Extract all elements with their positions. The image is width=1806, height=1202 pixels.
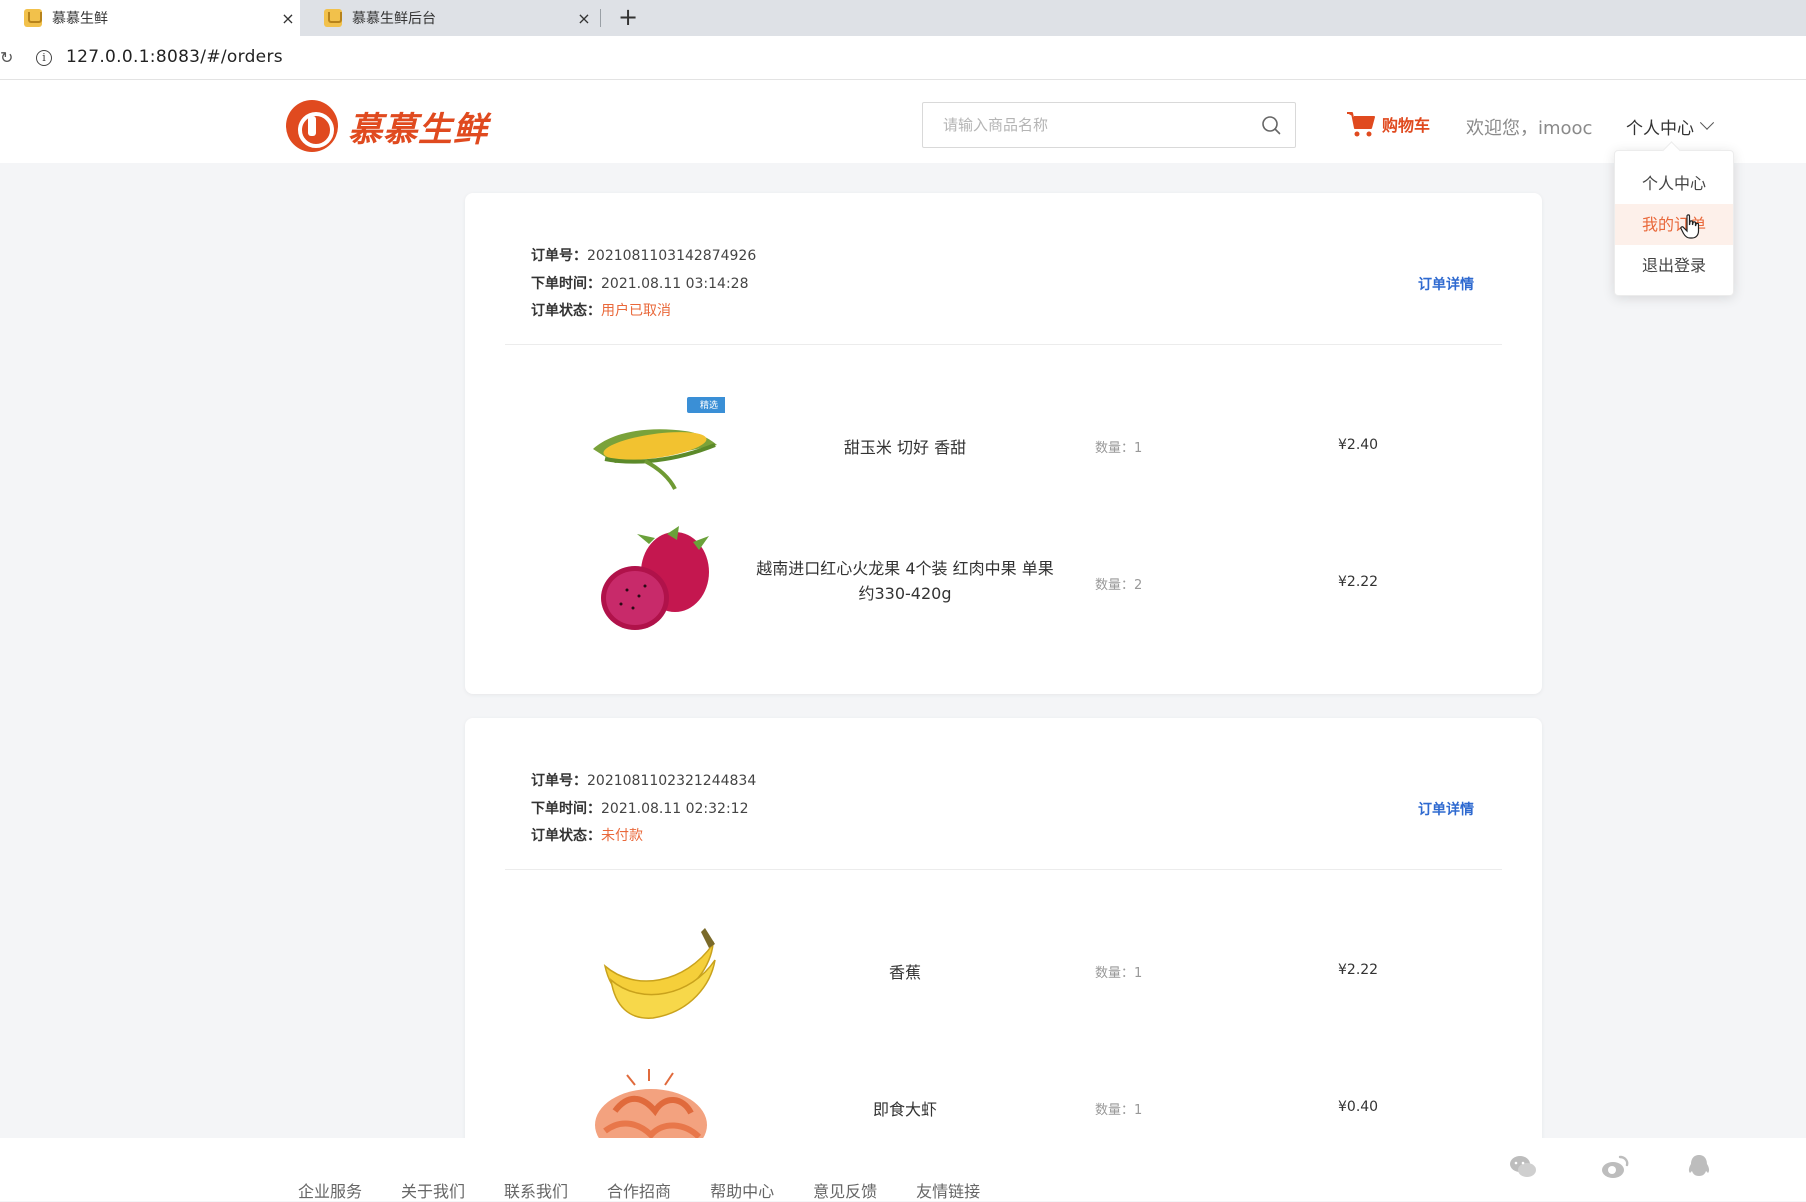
footer-links: 企业服务 关于我们 联系我们 合作招商 帮助中心 意见反馈 友情链接 bbox=[298, 1178, 1019, 1202]
search-icon[interactable] bbox=[1261, 115, 1281, 135]
product-image-banana[interactable] bbox=[575, 914, 725, 1034]
favicon-icon bbox=[324, 9, 342, 27]
order-status-label: 订单状态： bbox=[531, 828, 601, 844]
order-meta: 订单号：2021081103142874926 下单时间：2021.08.11 … bbox=[531, 243, 756, 326]
cart-label: 购物车 bbox=[1382, 116, 1431, 135]
product-price: ¥2.40 bbox=[1338, 437, 1379, 453]
order-no-label: 订单号： bbox=[531, 248, 587, 264]
menu-item-logout[interactable]: 退出登录 bbox=[1615, 245, 1733, 286]
qty-label: 数量： bbox=[1095, 441, 1135, 456]
tab-title: 慕慕生鲜 bbox=[52, 11, 108, 27]
favicon-icon bbox=[24, 9, 42, 27]
product-name: 香蕉 bbox=[888, 963, 921, 982]
site-info-icon[interactable]: i bbox=[36, 50, 52, 66]
browser-tab-admin[interactable]: 慕慕生鲜后台 × bbox=[300, 0, 596, 36]
order-card: 订单号：2021081102321244834 下单时间：2021.08.11 … bbox=[465, 718, 1542, 1178]
order-meta: 订单号：2021081102321244834 下单时间：2021.08.11 … bbox=[531, 768, 756, 851]
order-no-label: 订单号： bbox=[531, 773, 587, 789]
product-price: ¥0.40 bbox=[1338, 1099, 1379, 1115]
product-name: 越南进口红心火龙果 4个装 红肉中果 单果约330-420g bbox=[756, 559, 1054, 603]
search-box bbox=[922, 102, 1296, 148]
order-time-label: 下单时间： bbox=[531, 800, 601, 817]
product-price: ¥2.22 bbox=[1338, 574, 1379, 590]
url-text[interactable]: 127.0.0.1:8083/#/orders bbox=[66, 47, 283, 67]
reload-icon[interactable]: ↻ bbox=[0, 48, 13, 67]
address-bar: ↻ i 127.0.0.1:8083/#/orders bbox=[0, 36, 1806, 80]
order-no-value: 2021081102321244834 bbox=[587, 773, 757, 789]
user-dropdown-menu: 个人中心 我的订单 退出登录 bbox=[1614, 150, 1734, 296]
product-image-dragon-fruit[interactable] bbox=[575, 526, 725, 646]
footer-link-partnership[interactable]: 合作招商 bbox=[607, 1178, 671, 1202]
footer-link-feedback[interactable]: 意见反馈 bbox=[813, 1178, 877, 1202]
order-status-label: 订单状态： bbox=[531, 303, 601, 319]
qq-icon[interactable] bbox=[1684, 1152, 1714, 1182]
logo-text: 慕慕生鲜 bbox=[348, 109, 488, 150]
user-center-menu[interactable]: 个人中心 bbox=[1626, 114, 1715, 139]
product-quantity: 数量：2 bbox=[1095, 574, 1142, 593]
order-item: 香蕉 数量：1 ¥2.22 bbox=[465, 914, 1542, 1034]
browser-tab-active[interactable]: 慕慕生鲜 × bbox=[0, 0, 300, 36]
order-status-value: 未付款 bbox=[601, 828, 643, 844]
order-item: 越南进口红心火龙果 4个装 红肉中果 单果约330-420g 数量：2 ¥2.2… bbox=[465, 526, 1542, 646]
logo-mark-icon bbox=[286, 100, 338, 152]
site-logo[interactable]: 慕慕生鲜 bbox=[286, 100, 488, 152]
order-no-value: 2021081103142874926 bbox=[587, 248, 757, 264]
wechat-icon[interactable] bbox=[1508, 1152, 1538, 1182]
order-status-value: 用户已取消 bbox=[601, 303, 671, 319]
order-time-label: 下单时间： bbox=[531, 275, 601, 292]
footer-link-friends[interactable]: 友情链接 bbox=[916, 1178, 980, 1202]
chevron-down-icon bbox=[1699, 115, 1715, 130]
product-quantity: 数量：1 bbox=[1095, 962, 1142, 981]
footer-link-help[interactable]: 帮助中心 bbox=[710, 1178, 774, 1202]
qty-label: 数量： bbox=[1095, 1103, 1135, 1118]
footer-link-enterprise[interactable]: 企业服务 bbox=[298, 1178, 362, 1202]
hand-cursor-icon bbox=[1680, 214, 1700, 239]
weibo-icon[interactable] bbox=[1600, 1152, 1630, 1182]
order-divider bbox=[505, 869, 1502, 870]
cart-link[interactable]: 购物车 bbox=[1346, 110, 1430, 138]
order-time-value: 2021.08.11 03:14:28 bbox=[601, 275, 749, 292]
search-input[interactable] bbox=[923, 103, 1243, 147]
order-detail-link[interactable]: 订单详情 bbox=[1418, 274, 1474, 294]
menu-item-my-orders[interactable]: 我的订单 bbox=[1615, 204, 1733, 245]
footer-link-about[interactable]: 关于我们 bbox=[401, 1178, 465, 1202]
qty-value: 1 bbox=[1134, 1103, 1143, 1118]
product-quantity: 数量：1 bbox=[1095, 1099, 1142, 1118]
site-header: 慕慕生鲜 购物车 欢迎您，imooc 个人中心 bbox=[0, 80, 1806, 163]
tab-close-icon[interactable]: × bbox=[276, 9, 300, 28]
order-time-value: 2021.08.11 02:32:12 bbox=[601, 800, 749, 817]
order-card: 订单号：2021081103142874926 下单时间：2021.08.11 … bbox=[465, 193, 1542, 694]
site-footer: 企业服务 关于我们 联系我们 合作招商 帮助中心 意见反馈 友情链接 bbox=[0, 1138, 1806, 1201]
product-price: ¥2.22 bbox=[1338, 962, 1379, 978]
footer-link-contact[interactable]: 联系我们 bbox=[504, 1178, 568, 1202]
browser-tab-bar: 慕慕生鲜 × 慕慕生鲜后台 × + bbox=[0, 0, 1806, 36]
qty-label: 数量： bbox=[1095, 578, 1135, 593]
tab-separator bbox=[600, 9, 601, 27]
tab-close-icon[interactable]: × bbox=[572, 9, 596, 28]
new-tab-icon[interactable]: + bbox=[614, 3, 642, 31]
order-item: 精选 甜玉米 切好 香甜 数量：1 ¥2.40 bbox=[465, 389, 1542, 509]
order-divider bbox=[505, 344, 1502, 345]
cart-icon bbox=[1347, 112, 1375, 137]
qty-value: 2 bbox=[1134, 578, 1143, 593]
product-name: 甜玉米 切好 香甜 bbox=[843, 438, 967, 457]
product-badge: 精选 bbox=[700, 399, 718, 411]
welcome-text: 欢迎您，imooc bbox=[1466, 118, 1593, 139]
product-name: 即食大虾 bbox=[872, 1100, 937, 1119]
tab-title: 慕慕生鲜后台 bbox=[352, 11, 436, 27]
menu-item-profile[interactable]: 个人中心 bbox=[1615, 163, 1733, 204]
user-center-label: 个人中心 bbox=[1626, 119, 1694, 139]
order-detail-link[interactable]: 订单详情 bbox=[1418, 799, 1474, 819]
qty-value: 1 bbox=[1134, 966, 1143, 981]
qty-label: 数量： bbox=[1095, 966, 1135, 981]
qty-value: 1 bbox=[1134, 441, 1143, 456]
product-quantity: 数量：1 bbox=[1095, 437, 1142, 456]
product-image-corn[interactable]: 精选 bbox=[575, 389, 725, 509]
